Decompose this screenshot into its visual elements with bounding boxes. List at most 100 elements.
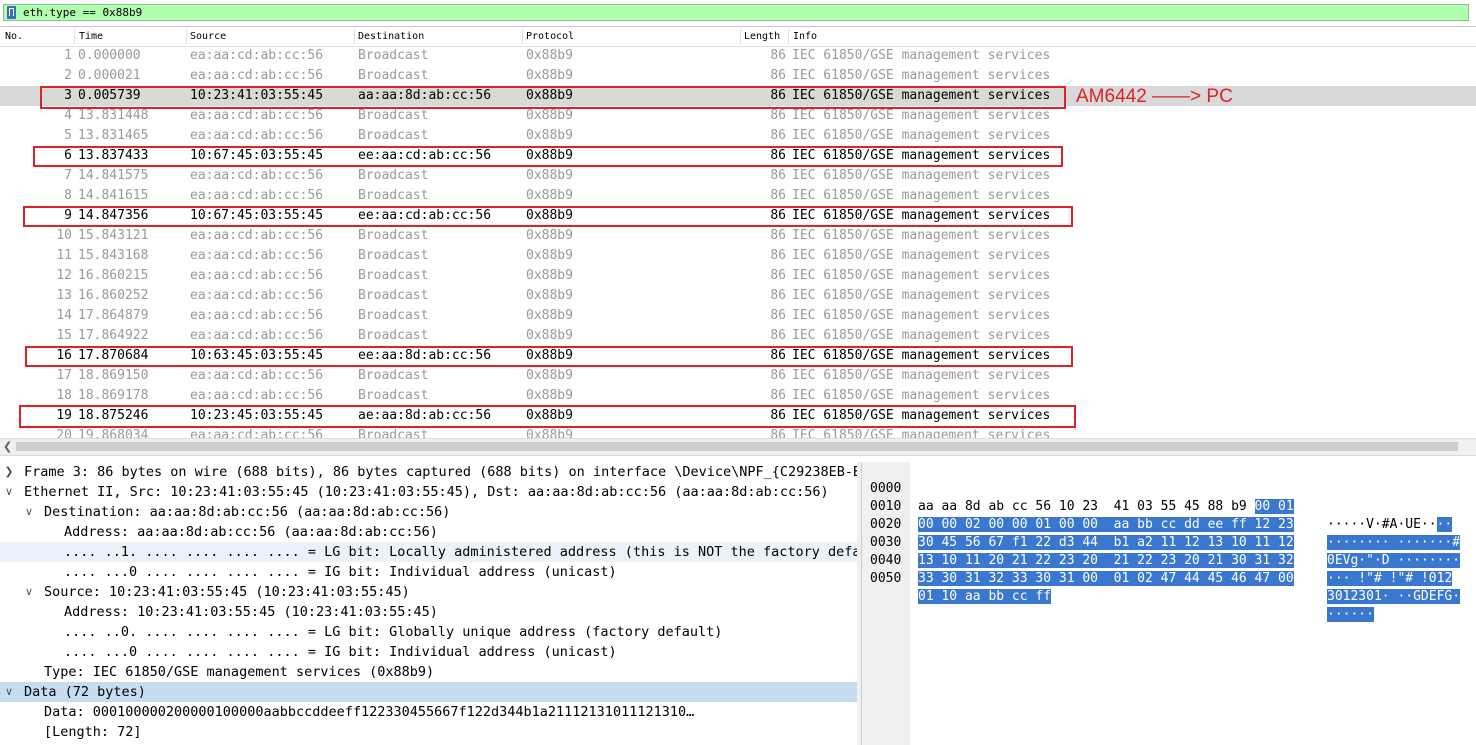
bytes-row: 0020 30 45 56 67 f1 22 d3 44 b1 a2 11 12…: [862, 498, 1476, 568]
packet-row[interactable]: 10 15.843121 ea:aa:cd:ab:cc:56 Broadcast…: [0, 226, 1476, 246]
annotation-highlight-box: [19, 405, 1076, 428]
tree-item-text: Address: 10:23:41:03:55:45 (10:23:41:03:…: [64, 604, 438, 620]
scroll-left-arrow-icon[interactable]: ❮: [3, 441, 13, 453]
column-header-destination[interactable]: Destination: [358, 30, 424, 44]
ascii-bytes-selected: 3012301· ··GDEFG·: [1327, 589, 1461, 604]
column-separator[interactable]: [186, 29, 187, 44]
bytes-row: 0050 01 10 aa bb cc ff ······: [862, 552, 1476, 622]
bytes-row: 0040 33 30 31 32 33 30 31 00 01 02 47 44…: [862, 534, 1476, 604]
cell-length: 86: [770, 108, 786, 123]
packet-list-horizontal-scrollbar[interactable]: ❮: [0, 438, 1476, 456]
tree-item-src-address[interactable]: Address: 10:23:41:03:55:45 (10:23:41:03:…: [0, 602, 857, 622]
collapse-arrow-icon[interactable]: ∨: [23, 582, 35, 602]
display-filter-input[interactable]: eth.type == 0x88b9: [3, 4, 1469, 21]
tree-item-dst-lg-bit[interactable]: .... ..1. .... .... .... .... = LG bit: …: [0, 542, 857, 562]
tree-item-text: [Length: 72]: [44, 724, 142, 740]
tree-item-source[interactable]: ∨ Source: 10:23:41:03:55:45 (10:23:41:03…: [0, 582, 857, 602]
packet-row[interactable]: 7 14.841575 ea:aa:cd:ab:cc:56 Broadcast …: [0, 166, 1476, 186]
hex-bytes[interactable]: 33 30 31 32 33 30 31 00 01 02 47 44 45 4…: [918, 570, 1294, 588]
tree-item-text: Destination: aa:aa:8d:ab:cc:56 (aa:aa:8d…: [44, 504, 451, 520]
tree-item-text: Ethernet II, Src: 10:23:41:03:55:45 (10:…: [24, 484, 829, 500]
tree-item-text: Address: aa:aa:8d:ab:cc:56 (aa:aa:8d:ab:…: [64, 524, 438, 540]
packet-row[interactable]: 1 0.000000 ea:aa:cd:ab:cc:56 Broadcast 0…: [0, 46, 1476, 66]
cell-length: 86: [770, 188, 786, 203]
packet-row[interactable]: 17 18.869150 ea:aa:cd:ab:cc:56 Broadcast…: [0, 366, 1476, 386]
packet-row[interactable]: 11 15.843168 ea:aa:cd:ab:cc:56 Broadcast…: [0, 246, 1476, 266]
ascii-bytes-selected: ······: [1327, 607, 1374, 622]
cell-info: IEC 61850/GSE management services: [792, 308, 1051, 323]
byte-offset: 0050: [870, 571, 902, 586]
packet-row[interactable]: 15 17.864922 ea:aa:cd:ab:cc:56 Broadcast…: [0, 326, 1476, 346]
cell-length: 86: [770, 128, 786, 143]
tree-item-frame[interactable]: ❯ Frame 3: 86 bytes on wire (688 bits), …: [0, 462, 857, 482]
packet-row[interactable]: 5 13.831465 ea:aa:cd:ab:cc:56 Broadcast …: [0, 126, 1476, 146]
bytes-row: 0030 13 10 11 20 21 22 23 20 21 22 23 20…: [862, 516, 1476, 586]
column-header-info[interactable]: Info: [793, 30, 817, 44]
cell-info: IEC 61850/GSE management services: [792, 108, 1051, 123]
column-separator[interactable]: [740, 29, 741, 44]
packet-row[interactable]: 18 18.869178 ea:aa:cd:ab:cc:56 Broadcast…: [0, 386, 1476, 406]
tree-item-data-value[interactable]: Data: 000100000200000100000aabbccddeeff1…: [0, 702, 857, 722]
tree-item-src-lg-bit[interactable]: .... ..0. .... .... .... .... = LG bit: …: [0, 622, 857, 642]
cell-length: 86: [770, 328, 786, 343]
ascii-bytes[interactable]: ··· !"# !"# !012: [1327, 570, 1453, 588]
packet-row[interactable]: 2 0.000021 ea:aa:cd:ab:cc:56 Broadcast 0…: [0, 66, 1476, 86]
tree-item-dst-ig-bit[interactable]: .... ...0 .... .... .... .... = IG bit: …: [0, 562, 857, 582]
tree-item-text: Data (72 bytes): [24, 684, 146, 700]
tree-item-dst-address[interactable]: Address: aa:aa:8d:ab:cc:56 (aa:aa:8d:ab:…: [0, 522, 857, 542]
column-header-length[interactable]: Length: [744, 30, 780, 44]
column-separator[interactable]: [788, 29, 789, 44]
scrollbar-thumb[interactable]: [16, 442, 1458, 451]
packet-row[interactable]: 12 16.860215 ea:aa:cd:ab:cc:56 Broadcast…: [0, 266, 1476, 286]
cell-info: IEC 61850/GSE management services: [792, 248, 1051, 263]
collapse-arrow-icon[interactable]: ∨: [23, 502, 35, 522]
tree-item-text: Source: 10:23:41:03:55:45 (10:23:41:03:5…: [44, 584, 410, 600]
tree-item-ethernet[interactable]: ∨ Ethernet II, Src: 10:23:41:03:55:45 (1…: [0, 482, 857, 502]
ascii-bytes[interactable]: ······: [1327, 606, 1374, 624]
column-separator[interactable]: [354, 29, 355, 44]
packet-row[interactable]: 14 17.864879 ea:aa:cd:ab:cc:56 Broadcast…: [0, 306, 1476, 326]
packet-bytes-pane: 0000 aa aa 8d ab cc 56 10 23 41 03 55 45…: [862, 462, 1476, 745]
tree-item-text: .... ..1. .... .... .... .... = LG bit: …: [64, 544, 857, 560]
cell-length: 86: [770, 388, 786, 403]
cell-length: 86: [770, 168, 786, 183]
cell-info: IEC 61850/GSE management services: [792, 128, 1051, 143]
packet-list-header: No. Time Source Destination Protocol Len…: [0, 27, 1476, 47]
packet-row[interactable]: 8 14.841615 ea:aa:cd:ab:cc:56 Broadcast …: [0, 186, 1476, 206]
tree-item-text: Data: 000100000200000100000aabbccddeeff1…: [44, 704, 695, 720]
tree-item-text: Frame 3: 86 bytes on wire (688 bits), 86…: [24, 464, 857, 480]
cell-length: 86: [770, 228, 786, 243]
display-filter-toolbar: eth.type == 0x88b9: [0, 0, 1476, 27]
cell-info: IEC 61850/GSE management services: [792, 48, 1051, 63]
annotation-highlight-box: [23, 206, 1073, 227]
tree-item-data-length[interactable]: [Length: 72]: [0, 722, 857, 742]
hex-bytes-selected: 33 30 31 32 33 30 31 00 01 02 47 44 45 4…: [918, 571, 1294, 586]
tree-item-text: .... ...0 .... .... .... .... = IG bit: …: [64, 644, 617, 660]
tree-item-destination[interactable]: ∨ Destination: aa:aa:8d:ab:cc:56 (aa:aa:…: [0, 502, 857, 522]
tree-item-src-ig-bit[interactable]: .... ...0 .... .... .... .... = IG bit: …: [0, 642, 857, 662]
column-header-no[interactable]: No.: [5, 30, 23, 44]
tree-item-text: Type: IEC 61850/GSE management services …: [44, 664, 435, 680]
expand-arrow-icon[interactable]: ❯: [3, 462, 15, 482]
column-header-source[interactable]: Source: [190, 30, 226, 44]
bytes-row: 0010 00 00 02 00 00 01 00 00 aa bb cc dd…: [862, 480, 1476, 550]
column-separator[interactable]: [522, 29, 523, 44]
column-header-protocol[interactable]: Protocol: [526, 30, 574, 44]
packet-row[interactable]: 4 13.831448 ea:aa:cd:ab:cc:56 Broadcast …: [0, 106, 1476, 126]
column-header-time[interactable]: Time: [79, 30, 103, 44]
hex-bytes[interactable]: 01 10 aa bb cc ff: [918, 588, 1052, 606]
collapse-arrow-icon[interactable]: ∨: [3, 482, 15, 502]
ascii-bytes[interactable]: 3012301· ··GDEFG·: [1327, 588, 1461, 606]
column-separator[interactable]: [74, 29, 75, 44]
cell-info: IEC 61850/GSE management services: [792, 68, 1051, 83]
cell-length: 86: [770, 48, 786, 63]
tree-item-type[interactable]: Type: IEC 61850/GSE management services …: [0, 662, 857, 682]
collapse-arrow-icon[interactable]: ∨: [3, 682, 15, 702]
bookmark-icon[interactable]: [7, 6, 16, 19]
packet-details-pane: ❯ Frame 3: 86 bytes on wire (688 bits), …: [0, 462, 858, 745]
cell-length: 86: [770, 248, 786, 263]
annotation-highlight-box: [33, 146, 1063, 167]
packet-row[interactable]: 13 16.860252 ea:aa:cd:ab:cc:56 Broadcast…: [0, 286, 1476, 306]
tree-item-data[interactable]: ∨ Data (72 bytes): [0, 682, 857, 702]
annotation-highlight-box: [25, 346, 1073, 367]
